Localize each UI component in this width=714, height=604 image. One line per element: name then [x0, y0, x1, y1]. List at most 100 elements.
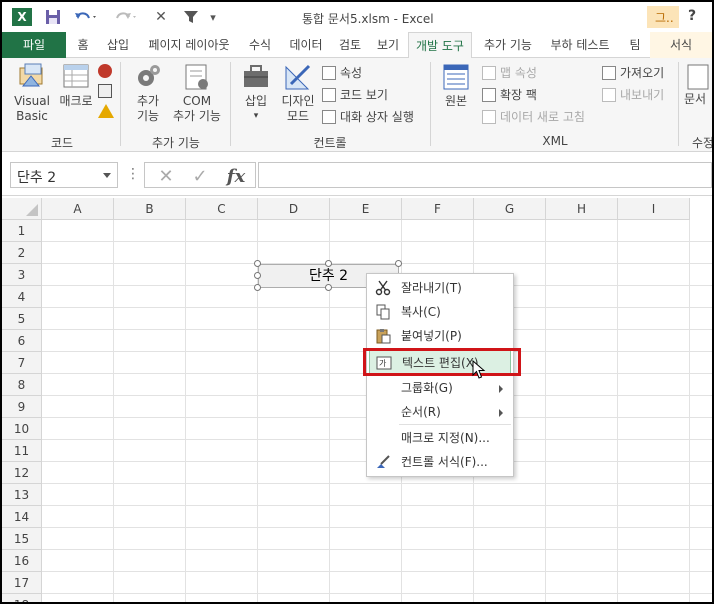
insert-control-button[interactable]: 삽입 ▾ [238, 62, 274, 124]
document-panel-button[interactable]: 문서 [684, 62, 712, 107]
undo-icon[interactable] [70, 8, 102, 26]
toolbox-icon [241, 62, 271, 92]
row-header-4[interactable]: 4 [2, 286, 42, 308]
enter-icon[interactable]: ✓ [185, 165, 215, 187]
row-header-7[interactable]: 7 [2, 352, 42, 374]
xml-source-button[interactable]: 원본 [438, 62, 474, 109]
design-mode-button[interactable]: 디자인 모드 [278, 62, 318, 124]
cancel-icon[interactable]: ✕ [151, 165, 181, 187]
row-header-16[interactable]: 16 [2, 550, 42, 572]
menu-item-copy[interactable]: 복사(C) [369, 300, 511, 324]
gridline [42, 241, 712, 242]
submenu-arrow-icon [499, 385, 503, 393]
visual-basic-button[interactable]: Visual Basic [10, 62, 54, 124]
record-macro-icon[interactable] [98, 64, 112, 78]
tab-addins[interactable]: 추가 기능 [476, 32, 540, 58]
excel-app-icon[interactable]: X [12, 8, 32, 26]
row-header-9[interactable]: 9 [2, 396, 42, 418]
column-header-e[interactable]: E [330, 198, 402, 220]
visual-basic-label-2: Basic [16, 109, 48, 123]
column-header-h[interactable]: H [546, 198, 618, 220]
clear-icon[interactable]: ✕ [152, 8, 170, 26]
customize-quick-access-icon[interactable]: ▾ [206, 8, 220, 26]
redo-icon[interactable] [110, 8, 142, 26]
mouse-pointer-icon [472, 359, 486, 383]
row-header-12[interactable]: 12 [2, 462, 42, 484]
row-header-8[interactable]: 8 [2, 374, 42, 396]
menu-item-cut[interactable]: 잘라내기(T) [369, 276, 511, 300]
refresh-data-button[interactable]: 데이터 새로 고침 [482, 108, 585, 126]
resize-handle[interactable] [325, 260, 332, 267]
help-icon[interactable]: ? [688, 8, 696, 24]
tab-home[interactable]: 홈 [68, 32, 98, 58]
resize-handle[interactable] [325, 284, 332, 291]
formula-input[interactable] [258, 162, 712, 188]
chevron-down-icon[interactable] [103, 173, 111, 178]
relative-reference-icon[interactable] [98, 84, 112, 98]
addins-button[interactable]: 추가 기능 [128, 62, 168, 124]
row-header-11[interactable]: 11 [2, 440, 42, 462]
row-header-18[interactable]: 18 [2, 594, 42, 602]
tab-load-test[interactable]: 부하 테스트 [542, 32, 618, 58]
row-header-5[interactable]: 5 [2, 308, 42, 330]
tab-format[interactable]: 서식 [650, 32, 712, 58]
insert-function-icon[interactable]: fx [221, 165, 251, 187]
column-header-d[interactable]: D [258, 198, 330, 220]
tab-team[interactable]: 팀 [622, 32, 648, 58]
worksheet-grid[interactable]: ABCDEFGHI123456789101112131415161718 [2, 198, 712, 602]
document-panel-icon [684, 62, 712, 92]
context-tab-group[interactable]: 그.. [647, 6, 679, 28]
resize-handle[interactable] [254, 260, 261, 267]
gridline [42, 593, 712, 594]
resize-handle[interactable] [254, 272, 261, 279]
formula-bar-grip[interactable]: ⋮ [126, 166, 140, 182]
map-properties-button[interactable]: 맵 속성 [482, 64, 537, 82]
row-header-3[interactable]: 3 [2, 264, 42, 286]
gridline [42, 483, 712, 484]
resize-handle[interactable] [395, 260, 402, 267]
ribbon-separator [230, 62, 231, 146]
row-header-1[interactable]: 1 [2, 220, 42, 242]
row-header-10[interactable]: 10 [2, 418, 42, 440]
row-header-15[interactable]: 15 [2, 528, 42, 550]
select-all-button[interactable] [2, 198, 42, 220]
com-addins-button[interactable]: COM 추가 기능 [170, 62, 224, 124]
row-header-14[interactable]: 14 [2, 506, 42, 528]
name-box[interactable]: 단추 2 [10, 162, 118, 188]
row-header-6[interactable]: 6 [2, 330, 42, 352]
menu-item-group[interactable]: 그룹화(G) [369, 376, 511, 400]
export-button[interactable]: 내보내기 [602, 86, 664, 104]
tab-data[interactable]: 데이터 [282, 32, 330, 58]
tab-insert[interactable]: 삽입 [100, 32, 136, 58]
gridline [42, 571, 712, 572]
menu-item-format-control[interactable]: 컨트롤 서식(F)... [369, 450, 511, 474]
row-header-17[interactable]: 17 [2, 572, 42, 594]
menu-item-paste[interactable]: 붙여넣기(P) [369, 324, 511, 348]
tab-formulas[interactable]: 수식 [242, 32, 278, 58]
properties-button[interactable]: 속성 [322, 64, 362, 82]
tab-view[interactable]: 보기 [370, 32, 406, 58]
tab-file[interactable]: 파일 [2, 32, 66, 58]
row-header-13[interactable]: 13 [2, 484, 42, 506]
import-button[interactable]: 가져오기 [602, 64, 664, 82]
tab-review[interactable]: 검토 [332, 32, 368, 58]
column-header-b[interactable]: B [114, 198, 186, 220]
macro-security-icon[interactable] [98, 104, 114, 118]
column-header-i[interactable]: I [618, 198, 690, 220]
view-code-button[interactable]: 코드 보기 [322, 86, 388, 104]
column-header-g[interactable]: G [474, 198, 546, 220]
macro-button[interactable]: 매크로 [56, 62, 96, 109]
run-dialog-button[interactable]: 대화 상자 실행 [322, 108, 414, 126]
column-header-a[interactable]: A [42, 198, 114, 220]
tab-page-layout[interactable]: 페이지 레이아웃 [138, 32, 240, 58]
menu-item-assign-macro[interactable]: 매크로 지정(N)... [369, 426, 511, 450]
tab-developer[interactable]: 개발 도구 [408, 32, 472, 59]
filter-icon[interactable] [180, 8, 202, 26]
resize-handle[interactable] [254, 284, 261, 291]
row-header-2[interactable]: 2 [2, 242, 42, 264]
menu-item-order[interactable]: 순서(R) [369, 400, 511, 424]
save-icon[interactable] [42, 8, 64, 26]
expansion-packs-button[interactable]: 확장 팩 [482, 86, 537, 104]
column-header-c[interactable]: C [186, 198, 258, 220]
column-header-f[interactable]: F [402, 198, 474, 220]
